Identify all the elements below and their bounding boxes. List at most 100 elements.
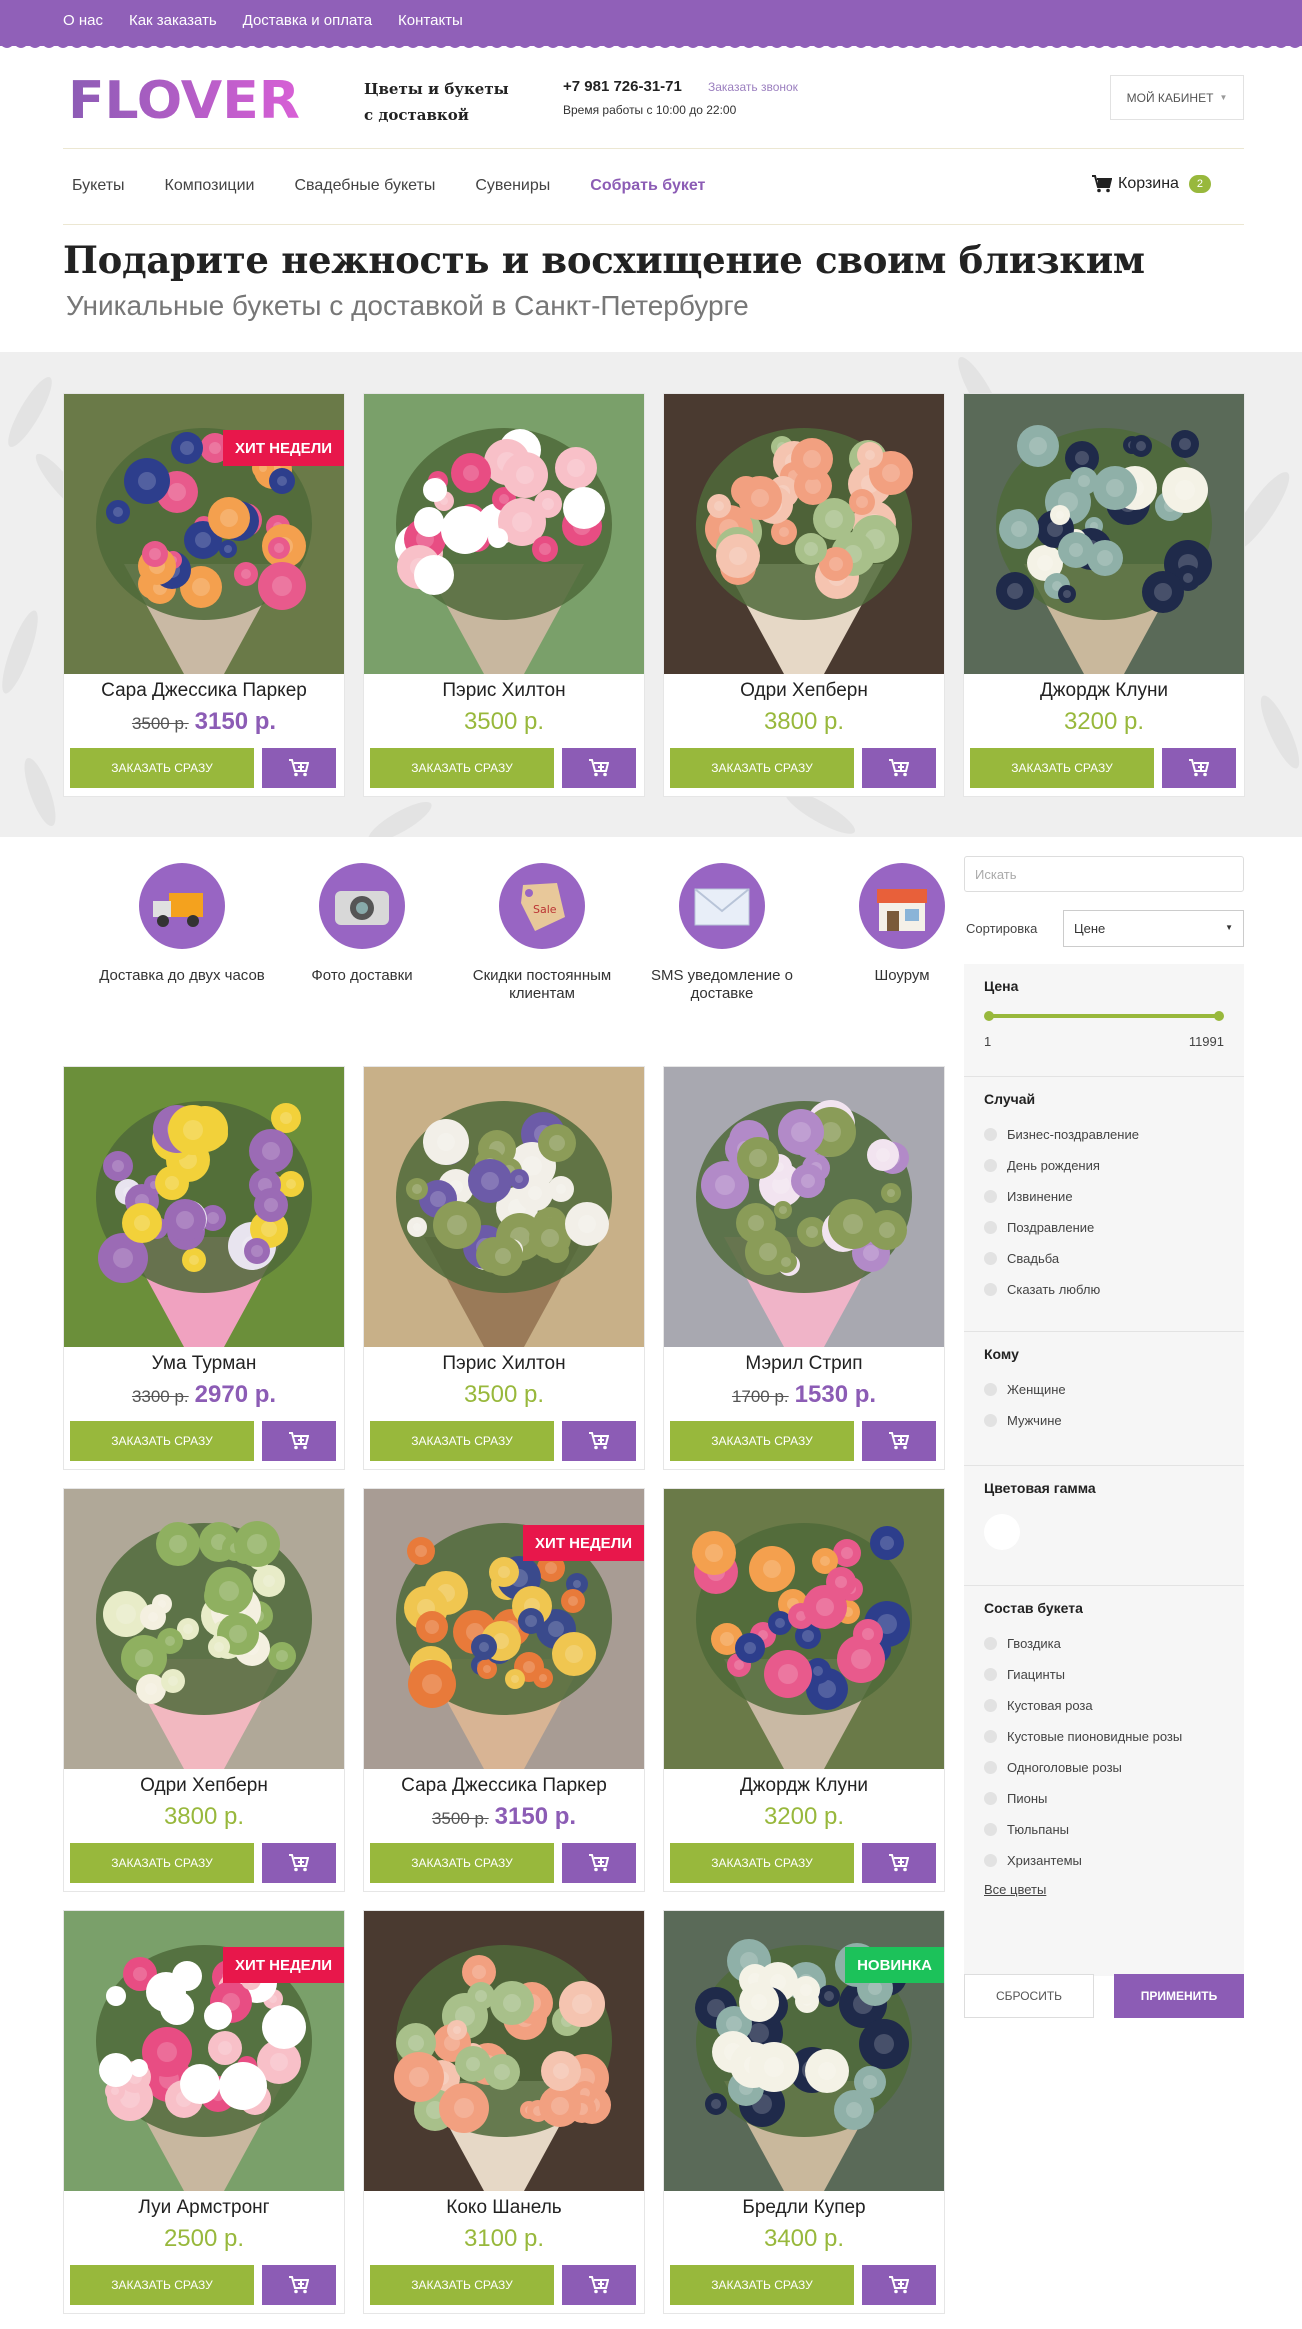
product-photo[interactable]: ХИТ НЕДЕЛИ — [64, 394, 344, 674]
product-photo[interactable]: ХИТ НЕДЕЛИ — [364, 1489, 644, 1769]
order-now-button[interactable]: ЗАКАЗАТЬ СРАЗУ — [370, 1421, 554, 1461]
price-range-max-handle[interactable] — [1214, 1011, 1224, 1021]
order-now-button[interactable]: ЗАКАЗАТЬ СРАЗУ — [970, 748, 1154, 788]
product-card[interactable]: НОВИНКА Бредли Купер 3400 р. ЗАКАЗАТЬ СР… — [663, 1910, 945, 2314]
product-card[interactable]: Пэрис Хилтон 3500 р. ЗАКАЗАТЬ СРАЗУ — [363, 393, 645, 797]
occasion-option[interactable]: День рождения — [984, 1150, 1224, 1181]
my-account-button[interactable]: МОЙ КАБИНЕТ ▼ — [1110, 75, 1244, 120]
occasion-option[interactable]: Сказать люблю — [984, 1274, 1224, 1305]
radio-button[interactable] — [984, 1221, 997, 1234]
add-to-cart-button[interactable] — [562, 1843, 636, 1883]
order-now-button[interactable]: ЗАКАЗАТЬ СРАЗУ — [70, 1843, 254, 1883]
product-name[interactable]: Ума Турман — [64, 1353, 344, 1377]
add-to-cart-button[interactable] — [262, 748, 336, 788]
price-range-min-handle[interactable] — [984, 1011, 994, 1021]
product-card[interactable]: Джордж Клуни 3200 р. ЗАКАЗАТЬ СРАЗУ — [963, 393, 1245, 797]
add-to-cart-button[interactable] — [862, 2265, 936, 2305]
radio-button[interactable] — [984, 1792, 997, 1805]
radio-button[interactable] — [984, 1854, 997, 1867]
composition-option[interactable]: Гиацинты — [984, 1659, 1224, 1690]
topnav-how-to-order-link[interactable]: Как заказать — [129, 12, 217, 29]
cart-link[interactable]: Корзина 2 — [1092, 175, 1211, 193]
apply-filters-button[interactable]: ПРИМЕНИТЬ — [1114, 1974, 1244, 2018]
add-to-cart-button[interactable] — [562, 748, 636, 788]
product-card[interactable]: Коко Шанель 3100 р. ЗАКАЗАТЬ СРАЗУ — [363, 1910, 645, 2314]
add-to-cart-button[interactable] — [262, 1421, 336, 1461]
product-photo[interactable] — [664, 1489, 944, 1769]
product-photo[interactable] — [364, 1067, 644, 1347]
order-now-button[interactable]: ЗАКАЗАТЬ СРАЗУ — [70, 2265, 254, 2305]
order-now-button[interactable]: ЗАКАЗАТЬ СРАЗУ — [370, 2265, 554, 2305]
occasion-option[interactable]: Поздравление — [984, 1212, 1224, 1243]
color-swatch[interactable] — [984, 1514, 1020, 1550]
order-now-button[interactable]: ЗАКАЗАТЬ СРАЗУ — [670, 2265, 854, 2305]
order-now-button[interactable]: ЗАКАЗАТЬ СРАЗУ — [670, 748, 854, 788]
composition-option[interactable]: Кустовая роза — [984, 1690, 1224, 1721]
nav-bouquets[interactable]: Букеты — [72, 177, 125, 195]
nav-wedding-bouquets[interactable]: Свадебные букеты — [294, 177, 435, 195]
order-now-button[interactable]: ЗАКАЗАТЬ СРАЗУ — [70, 1421, 254, 1461]
nav-compositions[interactable]: Композиции — [165, 177, 255, 195]
product-name[interactable]: Одри Хепберн — [664, 680, 944, 704]
product-name[interactable]: Луи Армстронг — [64, 2197, 344, 2221]
topnav-contacts-link[interactable]: Контакты — [398, 12, 463, 29]
order-now-button[interactable]: ЗАКАЗАТЬ СРАЗУ — [670, 1421, 854, 1461]
product-photo[interactable] — [64, 1067, 344, 1347]
radio-button[interactable] — [984, 1252, 997, 1265]
radio-button[interactable] — [984, 1414, 997, 1427]
radio-button[interactable] — [984, 1730, 997, 1743]
occasion-option[interactable]: Свадьба — [984, 1243, 1224, 1274]
add-to-cart-button[interactable] — [562, 2265, 636, 2305]
radio-button[interactable] — [984, 1668, 997, 1681]
product-photo[interactable] — [364, 394, 644, 674]
order-now-button[interactable]: ЗАКАЗАТЬ СРАЗУ — [370, 1843, 554, 1883]
product-card[interactable]: Джордж Клуни 3200 р. ЗАКАЗАТЬ СРАЗУ — [663, 1488, 945, 1892]
product-name[interactable]: Пэрис Хилтон — [364, 680, 644, 704]
product-name[interactable]: Коко Шанель — [364, 2197, 644, 2221]
phone-number[interactable]: +7 981 726-31-71 — [563, 78, 682, 95]
occasion-option[interactable]: Извинение — [984, 1181, 1224, 1212]
add-to-cart-button[interactable] — [862, 1843, 936, 1883]
product-photo[interactable] — [964, 394, 1244, 674]
radio-button[interactable] — [984, 1761, 997, 1774]
product-card[interactable]: Ума Турман 3300 р. 2970 р. ЗАКАЗАТЬ СРАЗУ — [63, 1066, 345, 1470]
product-photo[interactable] — [664, 394, 944, 674]
composition-option[interactable]: Пионы — [984, 1783, 1224, 1814]
add-to-cart-button[interactable] — [562, 1421, 636, 1461]
add-to-cart-button[interactable] — [262, 2265, 336, 2305]
product-name[interactable]: Бредли Купер — [664, 2197, 944, 2221]
radio-button[interactable] — [984, 1128, 997, 1141]
radio-button[interactable] — [984, 1699, 997, 1712]
radio-button[interactable] — [984, 1823, 997, 1836]
product-name[interactable]: Джордж Клуни — [664, 1775, 944, 1799]
product-photo[interactable] — [64, 1489, 344, 1769]
nav-build-bouquet[interactable]: Собрать букет — [590, 177, 705, 195]
sort-select[interactable]: Цене ▼ — [1063, 910, 1244, 947]
product-name[interactable]: Джордж Клуни — [964, 680, 1244, 704]
product-card[interactable]: Мэрил Стрип 1700 р. 1530 р. ЗАКАЗАТЬ СРАЗ… — [663, 1066, 945, 1470]
topnav-about-link[interactable]: О нас — [63, 12, 103, 29]
composition-option[interactable]: Тюльпаны — [984, 1814, 1224, 1845]
product-photo[interactable]: НОВИНКА — [664, 1911, 944, 2191]
add-to-cart-button[interactable] — [1162, 748, 1236, 788]
topnav-delivery-link[interactable]: Доставка и оплата — [243, 12, 372, 29]
product-name[interactable]: Мэрил Стрип — [664, 1353, 944, 1377]
radio-button[interactable] — [984, 1159, 997, 1172]
radio-button[interactable] — [984, 1637, 997, 1650]
product-card[interactable]: Одри Хепберн 3800 р. ЗАКАЗАТЬ СРАЗУ — [63, 1488, 345, 1892]
add-to-cart-button[interactable] — [862, 1421, 936, 1461]
product-card[interactable]: ХИТ НЕДЕЛИ Сара Джессика Паркер 3500 р. 3… — [363, 1488, 645, 1892]
composition-option[interactable]: Кустовые пионовидные розы — [984, 1721, 1224, 1752]
radio-button[interactable] — [984, 1383, 997, 1396]
order-now-button[interactable]: ЗАКАЗАТЬ СРАЗУ — [670, 1843, 854, 1883]
composition-option[interactable]: Гвоздика — [984, 1628, 1224, 1659]
flover-logo[interactable]: FLOVER — [68, 74, 302, 124]
recipient-option[interactable]: Женщине — [984, 1374, 1224, 1405]
reset-filters-button[interactable]: СБРОСИТЬ — [964, 1974, 1094, 2018]
product-name[interactable]: Пэрис Хилтон — [364, 1353, 644, 1377]
recipient-option[interactable]: Мужчине — [984, 1405, 1224, 1436]
product-name[interactable]: Одри Хепберн — [64, 1775, 344, 1799]
order-now-button[interactable]: ЗАКАЗАТЬ СРАЗУ — [370, 748, 554, 788]
radio-button[interactable] — [984, 1283, 997, 1296]
all-flowers-link[interactable]: Все цветы — [984, 1882, 1046, 1897]
